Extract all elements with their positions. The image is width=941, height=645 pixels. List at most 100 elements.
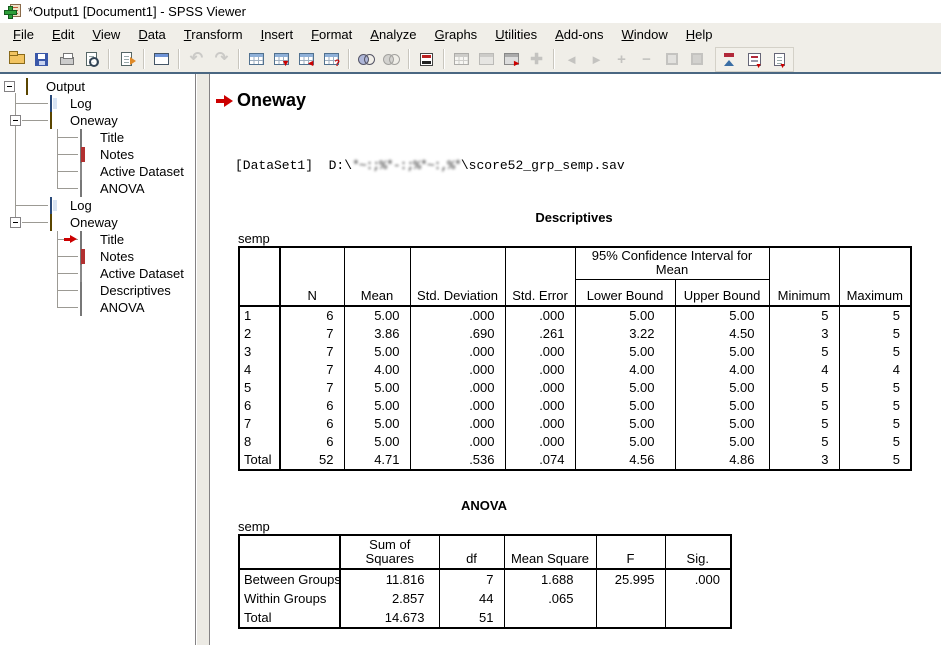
outline-item-oneway-1[interactable]: Oneway bbox=[0, 112, 195, 129]
table-cell: .000 bbox=[410, 343, 505, 361]
descriptives-block: Descriptives semp N Mean Std. Deviation … bbox=[238, 210, 910, 471]
table-cell: 4 bbox=[839, 361, 911, 379]
table-cell: 5 bbox=[839, 397, 911, 415]
goto-case-icon[interactable]: ▼ bbox=[269, 48, 294, 71]
outline-item-descriptives[interactable]: Descriptives bbox=[0, 282, 195, 299]
dialog-recall-icon[interactable] bbox=[149, 48, 174, 71]
outline-item-oneway-2[interactable]: Oneway bbox=[0, 214, 195, 231]
table-cell: .000 bbox=[410, 379, 505, 397]
outline-item-notes-2[interactable]: Notes bbox=[0, 248, 195, 265]
menu-window[interactable]: Window bbox=[613, 25, 677, 44]
outline-item-label: Oneway bbox=[70, 215, 118, 230]
insert-heading-icon[interactable] bbox=[717, 48, 742, 71]
table-cell: .000 bbox=[410, 306, 505, 325]
outline-item-active-dataset-1[interactable]: Active Dataset bbox=[0, 163, 195, 180]
row-label: Between Groups bbox=[239, 569, 340, 589]
menu-transform[interactable]: Transform bbox=[175, 25, 252, 44]
menu-addons[interactable]: Add-ons bbox=[546, 25, 612, 44]
table-cell: 5 bbox=[769, 397, 839, 415]
table-cell: 5.00 bbox=[575, 415, 675, 433]
menu-data[interactable]: Data bbox=[129, 25, 174, 44]
outline-item-active-dataset-2[interactable]: Active Dataset bbox=[0, 265, 195, 282]
outline-item-log[interactable]: Log bbox=[0, 95, 195, 112]
menu-view[interactable]: View bbox=[83, 25, 129, 44]
variable-info-icon[interactable]: ? bbox=[319, 48, 344, 71]
menu-analyze[interactable]: Analyze bbox=[361, 25, 425, 44]
outline-item-title-2[interactable]: Title bbox=[0, 231, 195, 248]
row-label: 3 bbox=[239, 343, 280, 361]
insert-title-icon[interactable] bbox=[742, 48, 767, 71]
expand-icon[interactable]: + bbox=[609, 48, 634, 71]
demote-icon[interactable]: ► bbox=[584, 48, 609, 71]
outline-item-anova-2[interactable]: ANOVA bbox=[0, 299, 195, 316]
undo-icon[interactable]: ↶ bbox=[184, 48, 209, 71]
descriptives-caption: semp bbox=[238, 231, 910, 246]
table-cell: 5 bbox=[769, 343, 839, 361]
menu-file[interactable]: File bbox=[4, 25, 43, 44]
table-icon bbox=[80, 180, 82, 197]
log-icon bbox=[50, 95, 52, 112]
collapse-icon[interactable]: − bbox=[634, 48, 659, 71]
menu-help[interactable]: Help bbox=[677, 25, 722, 44]
outline-item-title-1[interactable]: Title bbox=[0, 129, 195, 146]
value-labels-icon[interactable] bbox=[414, 48, 439, 71]
col-header: Upper Bound bbox=[675, 280, 769, 306]
table-cell: 2.857 bbox=[340, 589, 439, 608]
split-file-icon[interactable] bbox=[379, 48, 404, 71]
export-output-icon[interactable] bbox=[114, 48, 139, 71]
menu-utilities[interactable]: Utilities bbox=[486, 25, 546, 44]
save-icon[interactable] bbox=[29, 48, 54, 71]
outline-item-anova-1[interactable]: ANOVA bbox=[0, 180, 195, 197]
table-cell: 5 bbox=[839, 325, 911, 343]
outline-item-output[interactable]: Output bbox=[0, 78, 195, 95]
collapse-toggle[interactable] bbox=[10, 217, 21, 228]
show-icon[interactable] bbox=[659, 48, 684, 71]
open-icon[interactable] bbox=[4, 48, 29, 71]
table-cell: .000 bbox=[410, 361, 505, 379]
promote-icon[interactable]: ◄ bbox=[559, 48, 584, 71]
collapse-toggle[interactable] bbox=[10, 115, 21, 126]
table-cell: 4 bbox=[769, 361, 839, 379]
title-icon bbox=[80, 231, 82, 248]
table-cell: 5.00 bbox=[344, 343, 410, 361]
print-preview-icon[interactable] bbox=[79, 48, 104, 71]
pane-splitter[interactable] bbox=[196, 74, 210, 645]
select-cases-icon[interactable] bbox=[354, 48, 379, 71]
toolbar-separator bbox=[408, 49, 410, 69]
menu-format[interactable]: Format bbox=[302, 25, 361, 44]
outline-item-label: ANOVA bbox=[100, 300, 145, 315]
anova-table[interactable]: Sum of Squares df Mean Square F Sig. Bet… bbox=[238, 534, 732, 629]
designate-window-icon[interactable] bbox=[474, 48, 499, 71]
table-cell: 4.86 bbox=[675, 451, 769, 470]
app-icon bbox=[4, 3, 22, 19]
table-cell: 5 bbox=[839, 415, 911, 433]
oneway-node-icon bbox=[50, 112, 52, 129]
hide-icon[interactable] bbox=[684, 48, 709, 71]
table-cell: 5 bbox=[839, 306, 911, 325]
table-cell: 4.56 bbox=[575, 451, 675, 470]
col-header: Std. Error bbox=[505, 247, 575, 306]
variables-icon[interactable]: ◄ bbox=[294, 48, 319, 71]
select-last-output-icon[interactable]: ✚ bbox=[524, 48, 549, 71]
descriptives-table[interactable]: N Mean Std. Deviation Std. Error 95% Con… bbox=[238, 246, 912, 471]
menu-edit[interactable]: Edit bbox=[43, 25, 83, 44]
output-pane: Oneway [DataSet1] D:\*~:;%*-:;%*~:,%*\sc… bbox=[210, 74, 941, 645]
outline-item-notes-1[interactable]: Notes bbox=[0, 146, 195, 163]
table-cell bbox=[665, 589, 731, 608]
table-cell: 5.00 bbox=[344, 397, 410, 415]
toolbar: ↶ ↷ ▼ ◄ ? ► ✚ ◄ ► + − bbox=[0, 46, 941, 72]
menu-insert[interactable]: Insert bbox=[252, 25, 303, 44]
redo-icon[interactable]: ↷ bbox=[209, 48, 234, 71]
title-bar: *Output1 [Document1] - SPSS Viewer bbox=[0, 0, 941, 22]
print-icon[interactable] bbox=[54, 48, 79, 71]
table-cell: 6 bbox=[280, 433, 344, 451]
page-title: Oneway bbox=[237, 90, 306, 111]
outline-item-log-2[interactable]: Log bbox=[0, 197, 195, 214]
insert-text-icon[interactable] bbox=[767, 48, 792, 71]
goto-designated-output-icon[interactable]: ► bbox=[499, 48, 524, 71]
menu-graphs[interactable]: Graphs bbox=[426, 25, 487, 44]
use-sets-icon[interactable] bbox=[449, 48, 474, 71]
dataset-path-suffix: \score52_grp_semp.sav bbox=[461, 158, 625, 173]
goto-data-icon[interactable] bbox=[244, 48, 269, 71]
collapse-toggle[interactable] bbox=[4, 81, 15, 92]
